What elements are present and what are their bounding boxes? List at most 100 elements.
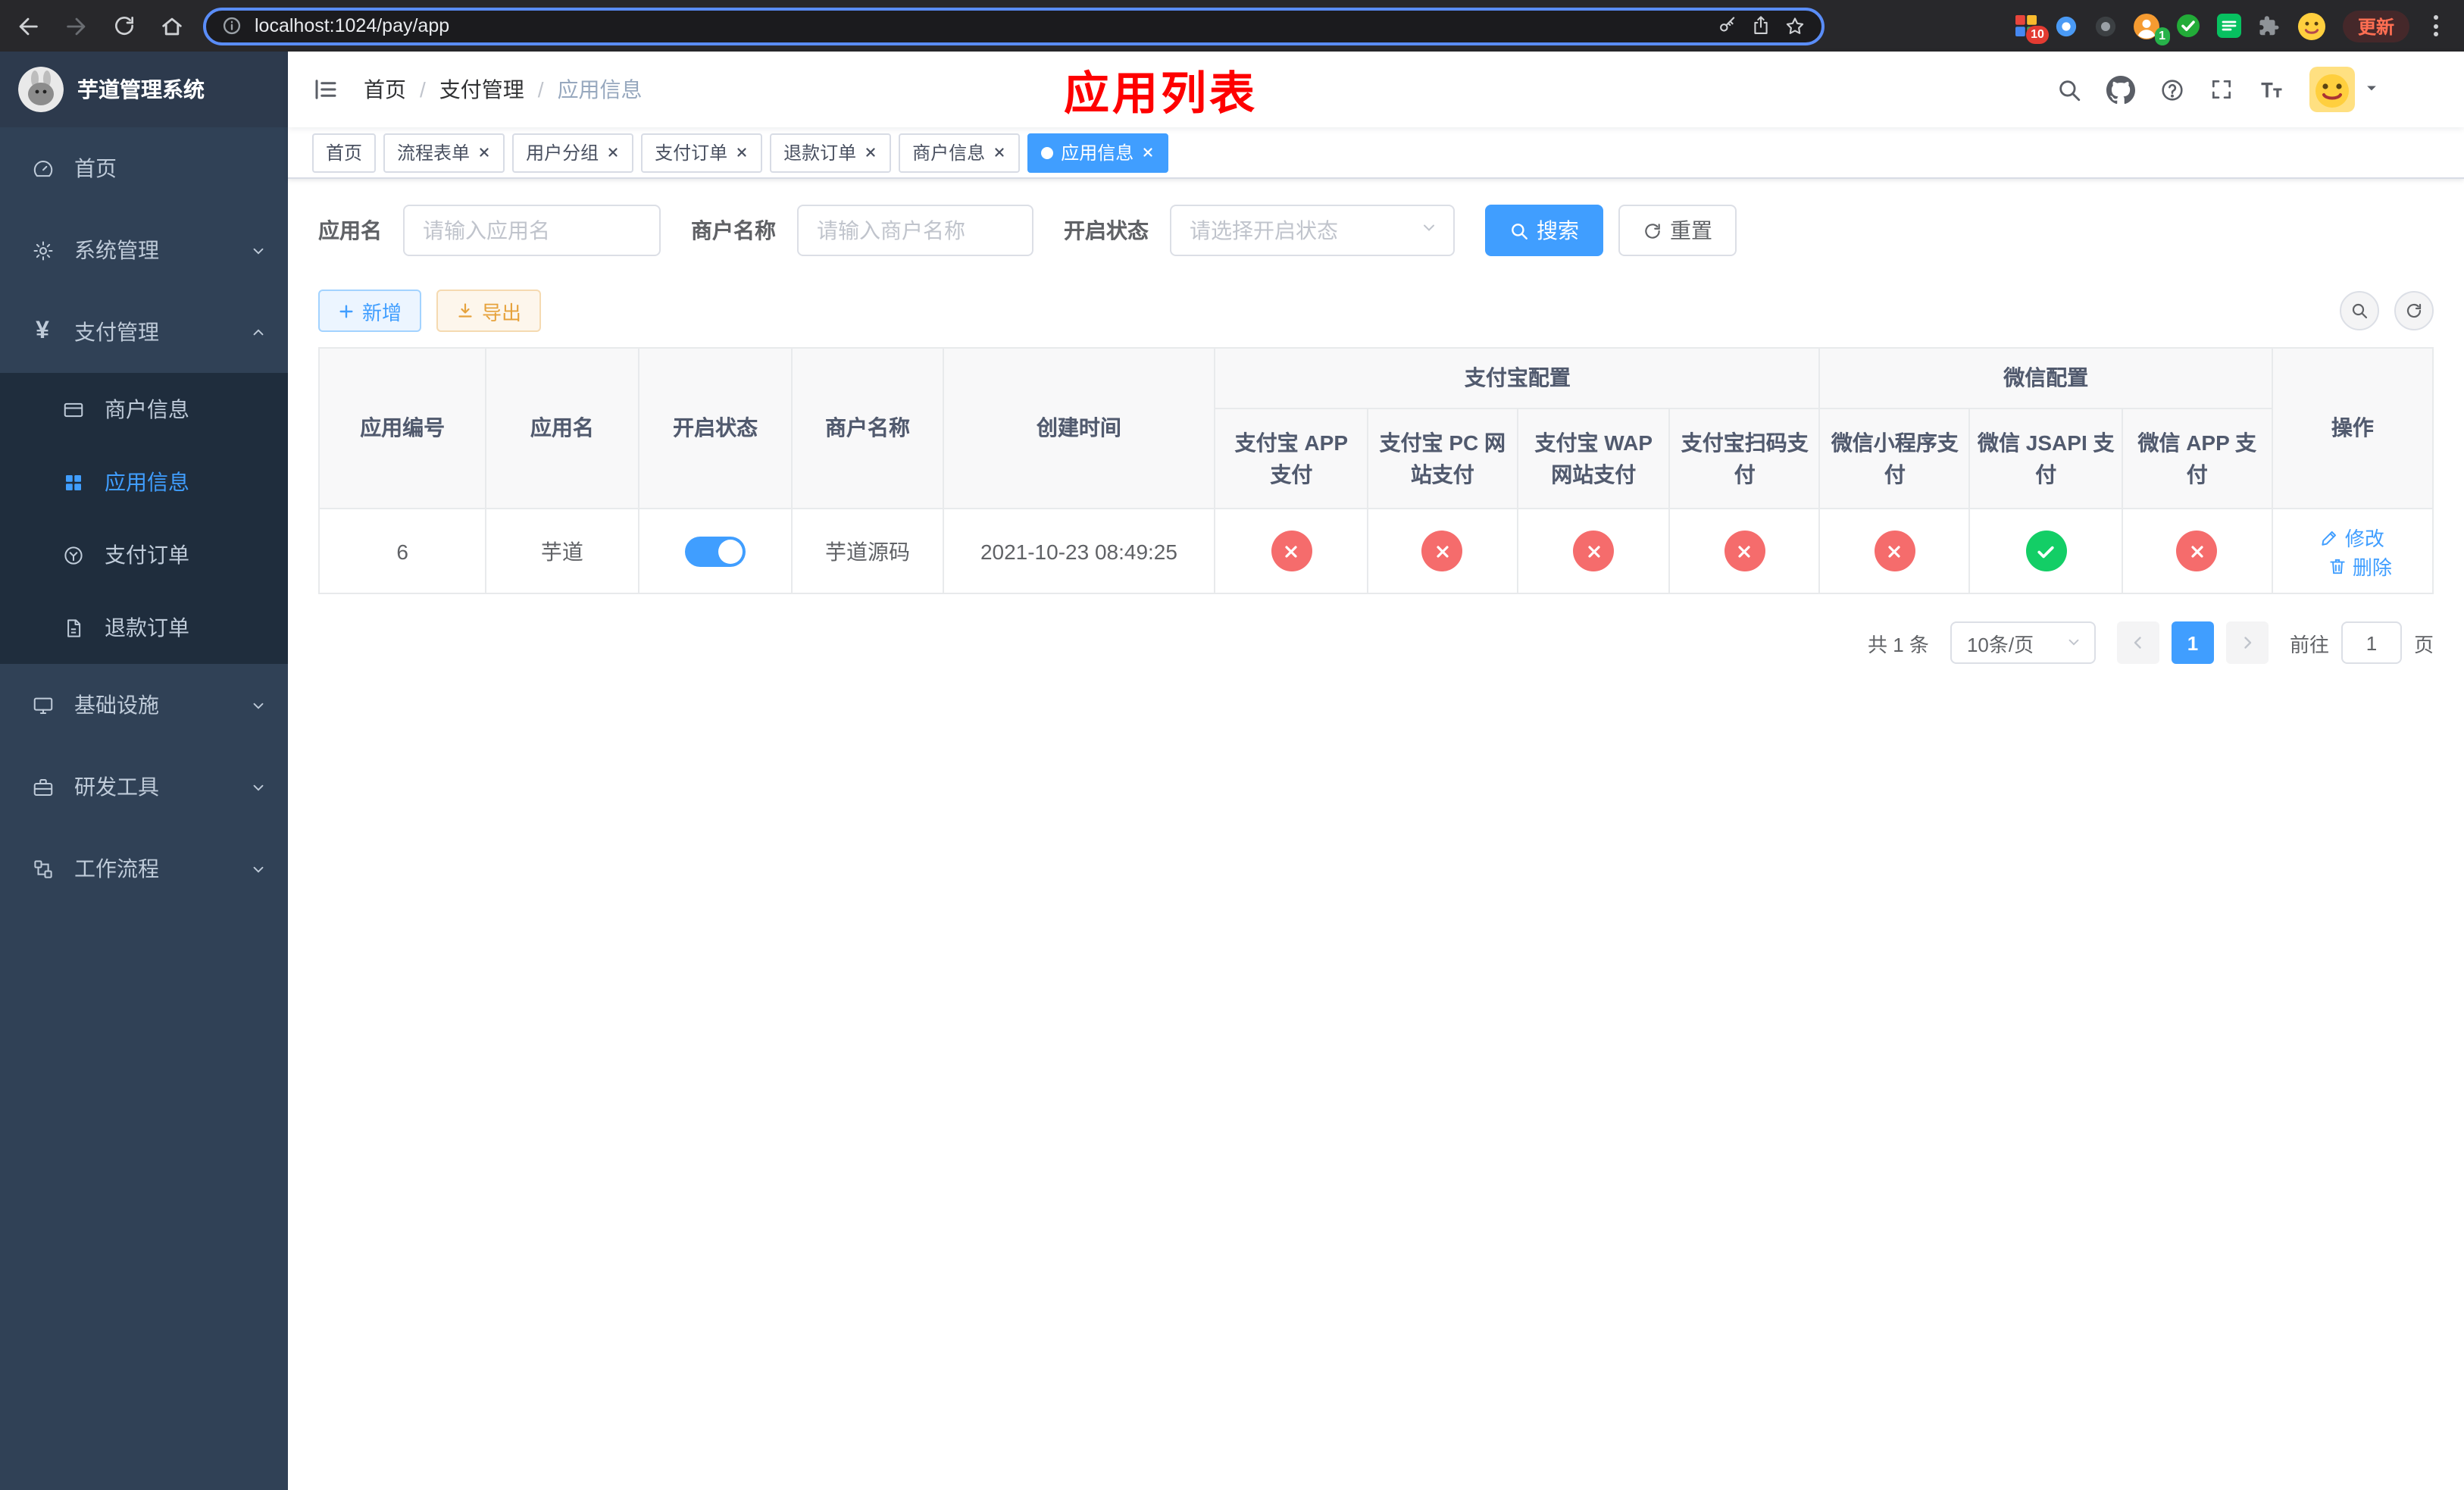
tab-user-group[interactable]: 用户分组 bbox=[512, 133, 634, 172]
browser-update-button[interactable]: 更新 bbox=[2342, 10, 2409, 42]
sidebar-item-app-info[interactable]: 应用信息 bbox=[0, 446, 288, 518]
help-icon[interactable] bbox=[2159, 77, 2185, 102]
sidebar-item-merchant-info[interactable]: 商户信息 bbox=[0, 373, 288, 446]
person-badge: 1 bbox=[2154, 27, 2170, 45]
export-button[interactable]: 导出 bbox=[436, 290, 542, 332]
cross-circle-icon bbox=[1421, 531, 1463, 571]
github-icon[interactable] bbox=[2106, 75, 2135, 104]
reset-button[interactable]: 重置 bbox=[1618, 205, 1737, 256]
cross-circle-icon bbox=[1573, 531, 1615, 571]
check-circle-icon[interactable] bbox=[2176, 14, 2200, 38]
home-icon[interactable] bbox=[159, 13, 185, 39]
edit-link[interactable]: 修改 bbox=[2321, 522, 2384, 551]
emoji-avatar-icon[interactable] bbox=[2297, 11, 2326, 40]
search-button[interactable]: 搜索 bbox=[1485, 205, 1603, 256]
forward-icon[interactable] bbox=[64, 13, 89, 39]
fullscreen-icon[interactable] bbox=[2209, 77, 2234, 102]
kebab-menu-icon[interactable] bbox=[2426, 15, 2446, 36]
close-icon[interactable] bbox=[606, 146, 620, 159]
person-icon[interactable]: 1 bbox=[2133, 13, 2170, 45]
app-name-input[interactable] bbox=[403, 205, 661, 256]
tab-app-info[interactable]: 应用信息 bbox=[1027, 133, 1169, 172]
close-icon[interactable] bbox=[477, 146, 491, 159]
hamburger-icon[interactable] bbox=[312, 76, 339, 103]
next-page-button[interactable] bbox=[2225, 621, 2269, 664]
close-icon[interactable] bbox=[993, 146, 1006, 159]
pager: 1 bbox=[2116, 621, 2269, 664]
page-size-value: 10条/页 bbox=[1966, 633, 2034, 656]
font-size-icon[interactable] bbox=[2258, 76, 2285, 103]
close-icon[interactable] bbox=[735, 146, 749, 159]
tab-process-form[interactable]: 流程表单 bbox=[383, 133, 505, 172]
share-icon[interactable] bbox=[1750, 15, 1771, 36]
sidebar-item-pay-order[interactable]: 支付订单 bbox=[0, 518, 288, 591]
plus-icon bbox=[338, 302, 355, 319]
goto-page-input[interactable] bbox=[2340, 621, 2402, 664]
col-header-alipay-qr: 支付宝扫码支付 bbox=[1668, 408, 1821, 509]
col-header-app-name: 应用名 bbox=[485, 347, 639, 509]
user-avatar-menu[interactable] bbox=[2309, 67, 2379, 112]
close-icon[interactable] bbox=[864, 146, 877, 159]
tab-merchant-info[interactable]: 商户信息 bbox=[899, 133, 1021, 172]
app-window: 芋道管理系统 首页 系统管理 ¥ 支付管理 商户信息 应用信息 支付订单 退款订… bbox=[0, 52, 2464, 1490]
delete-link[interactable]: 删除 bbox=[2328, 551, 2392, 580]
key-icon[interactable] bbox=[1717, 15, 1738, 36]
breadcrumb-payment-mgmt[interactable]: 支付管理 bbox=[439, 74, 524, 105]
search-icon[interactable] bbox=[2056, 77, 2082, 102]
col-header-wechat-jsapi: 微信 JSAPI 支付 bbox=[1968, 408, 2123, 509]
sidebar-item-payment-mgmt[interactable]: ¥ 支付管理 bbox=[0, 291, 288, 373]
prev-page-button[interactable] bbox=[2116, 621, 2159, 664]
sidebar-item-dev-tools[interactable]: 研发工具 bbox=[0, 746, 288, 828]
col-header-created: 创建时间 bbox=[942, 347, 1216, 509]
tab-label: 首页 bbox=[326, 142, 363, 164]
sidebar: 芋道管理系统 首页 系统管理 ¥ 支付管理 商户信息 应用信息 支付订单 退款订… bbox=[0, 52, 288, 1490]
refresh-table-button[interactable] bbox=[2394, 291, 2434, 330]
check-circle-icon bbox=[2025, 531, 2067, 571]
sidebar-item-label: 工作流程 bbox=[74, 856, 159, 881]
tags-view: 首页 流程表单 用户分组 支付订单 退款订单 商户信息 应用信息 bbox=[288, 127, 2464, 179]
address-bar[interactable]: localhost:1024/pay/app bbox=[203, 7, 1825, 45]
toolbox-icon bbox=[30, 775, 55, 799]
sidebar-item-refund-order[interactable]: 退款订单 bbox=[0, 591, 288, 664]
edit-icon bbox=[2321, 527, 2340, 546]
cross-circle-icon bbox=[1874, 531, 1915, 571]
chevron-down-icon bbox=[250, 696, 267, 713]
reload-icon[interactable] bbox=[112, 14, 136, 38]
tab-pay-order[interactable]: 支付订单 bbox=[641, 133, 763, 172]
merchant-name-input[interactable] bbox=[797, 205, 1033, 256]
add-button[interactable]: 新增 bbox=[318, 290, 422, 332]
tab-home[interactable]: 首页 bbox=[312, 133, 377, 172]
sidebar-item-system-mgmt[interactable]: 系统管理 bbox=[0, 209, 288, 291]
page-number-button[interactable]: 1 bbox=[2171, 621, 2214, 664]
status-toggle[interactable] bbox=[685, 536, 746, 566]
add-button-label: 新增 bbox=[362, 301, 402, 324]
page-size-select[interactable]: 10条/页 bbox=[1950, 621, 2096, 664]
back-icon[interactable] bbox=[15, 13, 41, 39]
cell-alipay-pc bbox=[1366, 508, 1518, 594]
location-icon[interactable] bbox=[2055, 14, 2078, 37]
sidebar-item-label: 研发工具 bbox=[74, 775, 159, 799]
dark-circle-icon[interactable] bbox=[2094, 14, 2117, 37]
search-icon bbox=[1509, 221, 1529, 240]
status-select[interactable]: 请选择开启状态 bbox=[1170, 205, 1455, 256]
cell-actions: 修改 删除 bbox=[2271, 508, 2434, 594]
bookmark-star-icon[interactable] bbox=[1784, 14, 1806, 37]
url-text[interactable]: localhost:1024/pay/app bbox=[255, 15, 449, 36]
toggle-search-button[interactable] bbox=[2340, 291, 2379, 330]
sidebar-item-workflow[interactable]: 工作流程 bbox=[0, 828, 288, 909]
sidebar-logo-row[interactable]: 芋道管理系统 bbox=[0, 52, 288, 127]
info-icon[interactable] bbox=[221, 15, 242, 36]
col-group-alipay: 支付宝配置 bbox=[1214, 347, 1821, 409]
breadcrumb-home[interactable]: 首页 bbox=[364, 74, 406, 105]
sidebar-item-home[interactable]: 首页 bbox=[0, 127, 288, 209]
app-title: 芋道管理系统 bbox=[77, 77, 205, 102]
main-area: 首页 / 支付管理 / 应用信息 应用列表 首页 流程表单 用户分组 支付订单 … bbox=[288, 52, 2464, 1490]
pay-order-icon bbox=[61, 543, 85, 567]
puzzle-icon[interactable] bbox=[2258, 14, 2281, 37]
sidebar-item-infrastructure[interactable]: 基础设施 bbox=[0, 664, 288, 746]
tab-refund-order[interactable]: 退款订单 bbox=[770, 133, 892, 172]
gear-icon bbox=[30, 238, 55, 262]
chat-icon[interactable] bbox=[2216, 14, 2241, 38]
extensions-grid-icon[interactable]: 10 bbox=[2014, 14, 2049, 44]
close-icon[interactable] bbox=[1141, 146, 1155, 159]
